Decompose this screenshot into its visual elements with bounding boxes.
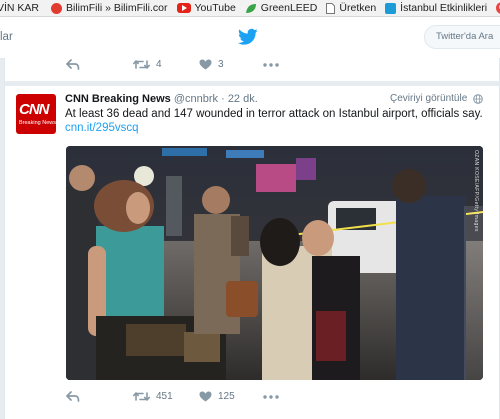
tweet-text: At least 36 dead and 147 wounded in terr… [65,107,483,135]
reply-button[interactable] [66,59,80,70]
tweet-timestamp[interactable]: 22 dk. [228,93,258,105]
like-count: 125 [218,391,235,402]
globe-icon [473,94,483,104]
retweet-button[interactable]: 451 [133,391,173,402]
photo-image [66,146,483,380]
heart-icon [199,391,212,402]
reply-button[interactable] [66,391,80,402]
search-input[interactable]: Twitter'da Ara [424,25,500,49]
author-name[interactable]: CNN Breaking News [65,93,171,105]
more-button[interactable] [263,63,279,67]
bookmark-item[interactable]: İstanbul Etkinlikleri [385,2,487,14]
tweet-divider [5,81,499,86]
bookmark-label: VİN KAR [0,2,40,14]
bookmark-label: İstanbul Etkinlikleri [400,2,488,14]
istanbul-icon [385,2,397,14]
avatar[interactable]: CNN Breaking News [16,94,56,134]
bookmark-item[interactable]: BilimFili » BilimFili.cor [51,2,168,14]
author-handle[interactable]: @cnnbrk [174,93,218,105]
tweet-link[interactable]: cnn.it/295vscq [65,122,139,134]
search-placeholder: Twitter'da Ara [436,31,494,42]
separator-dot: · [221,93,225,105]
retweet-icon [133,60,150,69]
like-count: 3 [218,59,224,70]
google-icon: G [496,2,500,14]
bookmark-label: YouTube [194,2,236,14]
retweet-icon [133,392,150,401]
bookmark-label: Üretken [339,2,377,14]
more-icon [263,63,279,67]
bookmark-item[interactable]: VİN KAR [0,2,39,14]
bookmark-item[interactable]: Üretken [326,2,376,14]
like-button[interactable]: 125 [199,391,235,402]
like-button[interactable]: 3 [199,59,224,70]
more-icon [263,395,279,399]
bookmark-label: GreenLEED [260,2,318,14]
prev-tweet-actions: 4 3 [5,59,499,75]
bookmark-item[interactable]: G [496,2,500,14]
photo-credit: OZAN KOSE/AFP/Getty Images [473,150,479,232]
translate-link[interactable]: Çeviriyi görüntüle [390,93,467,104]
tweet-photo[interactable]: OZAN KOSE/AFP/Getty Images [66,146,483,380]
youtube-icon [176,3,191,13]
bookmark-label: BilimFili » BilimFili.cor [66,2,168,14]
leaf-icon [245,3,256,13]
reply-icon [66,391,80,402]
tweet-body: At least 36 dead and 147 wounded in terr… [65,108,483,120]
tweet-actions: 451 125 [5,391,499,407]
retweet-button[interactable]: 4 [133,59,162,70]
twitter-header: lar Twitter'da Ara [0,17,500,59]
bookmark-item[interactable]: GreenLEED [245,2,318,14]
twitter-bird-icon[interactable] [238,28,258,46]
retweet-count: 451 [156,391,173,402]
reply-icon [66,59,80,70]
heart-icon [199,59,212,70]
page-icon [326,2,336,14]
timeline: 4 3 CNN Breaking News CNN Breaking News … [4,58,500,419]
cnn-logo: CNN [19,101,50,118]
bookmarks-bar: VİN KAR BilimFili » BilimFili.cor YouTub… [0,0,500,17]
retweet-count: 4 [156,59,162,70]
nav-item-label[interactable]: lar [0,31,13,43]
more-button[interactable] [263,395,279,399]
bookmark-item[interactable]: YouTube [176,2,236,14]
avatar-subtitle: Breaking News [19,120,56,126]
tweet-header: CNN Breaking News @cnnbrk · 22 dk. [65,93,258,105]
bilimfili-icon [51,2,63,14]
